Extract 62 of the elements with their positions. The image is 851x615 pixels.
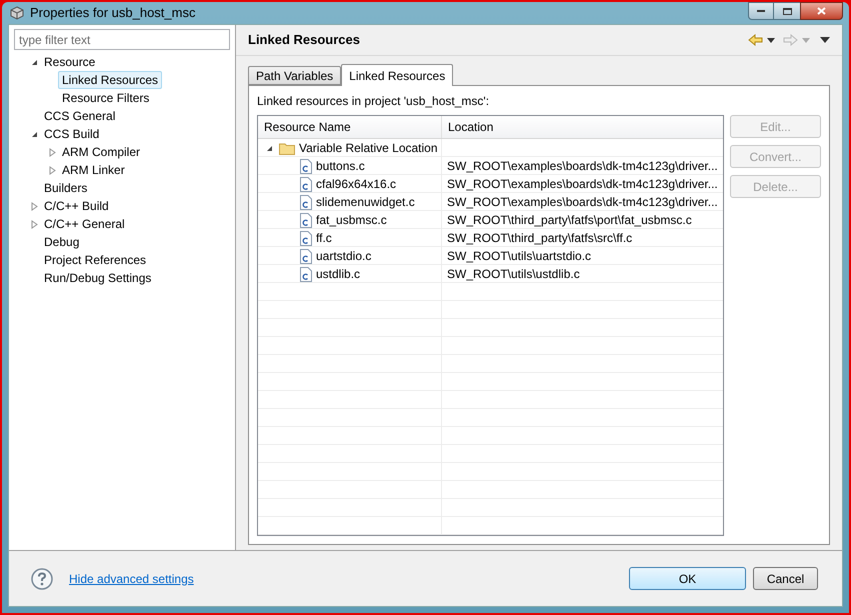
expanded-arrow-icon[interactable] [31, 58, 38, 66]
tree-item[interactable]: Resource Filters [58, 89, 154, 107]
collapsed-arrow-icon[interactable] [31, 202, 38, 210]
location-cell-text: SW_ROOT\third_party\fatfs\port\fat_usbmsc.c [447, 212, 692, 229]
tree-item[interactable]: CCS General [40, 107, 120, 125]
collapsed-arrow-icon[interactable] [49, 148, 56, 156]
expanded-arrow-icon[interactable] [266, 144, 273, 152]
tab[interactable]: Path Variables [248, 66, 342, 85]
resource-name: cfal96x64x16.c [316, 176, 396, 193]
page-title: Linked Resources [248, 31, 360, 50]
minimize-button[interactable] [748, 2, 774, 20]
location-cell-text: SW_ROOT\examples\boards\dk-tm4c123g\driver... [447, 194, 718, 211]
c-file-icon [300, 176, 312, 192]
resource-name: uartstdio.c [316, 248, 372, 265]
tree-item[interactable]: Run/Debug Settings [40, 269, 156, 287]
c-file-icon [300, 212, 312, 228]
tree-item[interactable]: C/C++ General [40, 215, 129, 233]
location-cell-text: SW_ROOT\utils\ustdlib.c [447, 266, 580, 283]
c-file-icon [300, 194, 312, 210]
description-text: Linked resources in project 'usb_host_msc': [257, 93, 490, 110]
app-icon [10, 6, 24, 20]
tree-item[interactable]: Debug [40, 233, 84, 251]
tree-item[interactable]: Builders [40, 179, 92, 197]
location-cell-text: SW_ROOT\examples\boards\dk-tm4c123g\driver... [447, 176, 718, 193]
filter-field[interactable]: type filter text [14, 29, 230, 50]
close-icon [817, 7, 826, 15]
dropdown-arrow-icon[interactable] [767, 38, 775, 42]
resource-name: fat_usbmsc.c [316, 212, 387, 229]
location-cell-text: SW_ROOT\examples\boards\dk-tm4c123g\driver... [447, 158, 718, 175]
help-icon[interactable] [31, 568, 53, 590]
maximize-button[interactable] [774, 2, 800, 20]
tree-item[interactable]: CCS Build [40, 125, 104, 143]
tree-item[interactable]: C/C++ Build [40, 197, 113, 215]
location-cell-text: SW_ROOT\third_party\fatfs\src\ff.c [447, 230, 632, 247]
dialog-button[interactable]: OK [629, 567, 746, 590]
close-button[interactable] [800, 2, 843, 20]
column-header[interactable]: Location [442, 116, 723, 138]
window-title: Properties for usb_host_msc [30, 4, 196, 22]
column-header[interactable]: Resource Name [258, 116, 442, 138]
location-cell-text: SW_ROOT\utils\uartstdio.c [447, 248, 592, 265]
tree-item[interactable]: Project References [40, 251, 150, 269]
c-file-icon [300, 158, 312, 174]
tree-item[interactable]: ARM Compiler [58, 143, 144, 161]
dialog-button[interactable]: Cancel [753, 567, 818, 590]
tree-item[interactable]: Linked Resources [58, 71, 162, 89]
c-file-icon [300, 248, 312, 264]
collapsed-arrow-icon[interactable] [31, 220, 38, 228]
c-file-icon [300, 230, 312, 246]
resource-name: Variable Relative Location [299, 140, 438, 157]
collapsed-arrow-icon[interactable] [49, 166, 56, 174]
expanded-arrow-icon[interactable] [31, 130, 38, 138]
hide-advanced-link[interactable]: Hide advanced settings [69, 570, 194, 588]
resource-name: slidemenuwidget.c [316, 194, 415, 211]
view-menu-icon[interactable] [820, 37, 830, 43]
resource-name: ff.c [316, 230, 332, 247]
tree-item[interactable]: ARM Linker [58, 161, 129, 179]
resource-name: ustdlib.c [316, 266, 360, 283]
resource-name: buttons.c [316, 158, 365, 175]
tab[interactable]: Linked Resources [341, 64, 454, 86]
c-file-icon [300, 266, 312, 282]
tree-item[interactable]: Resource [40, 53, 100, 71]
folder-icon [279, 142, 295, 154]
